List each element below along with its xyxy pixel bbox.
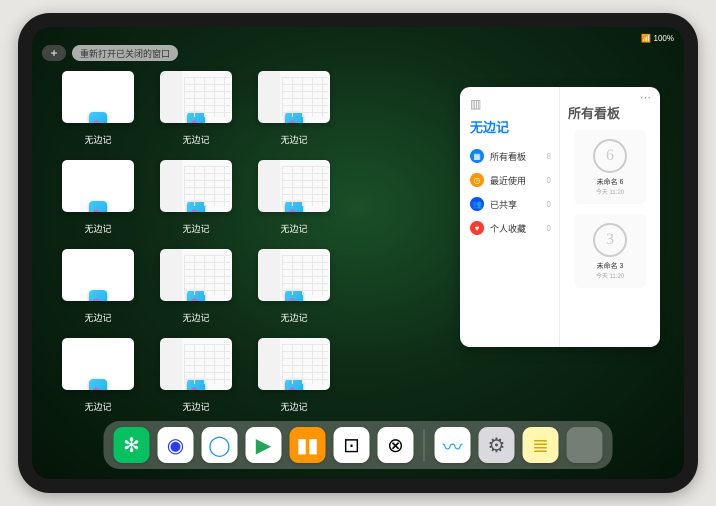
freeform-app-icon [89,201,107,212]
window-thumbnail[interactable]: 无边记 [160,249,232,324]
window-label: 无边记 [84,133,111,146]
clock-icon: ◷ [470,173,484,187]
window-thumbnail[interactable]: 无边记 [62,338,134,413]
window-label: 无边记 [182,311,209,324]
window-thumbnail[interactable]: 无边记 [62,71,134,146]
window-thumbnail[interactable]: 无边记 [62,160,134,235]
more-options-icon[interactable]: ⋯ [640,91,652,104]
window-label: 无边记 [84,222,111,235]
sidebar-item-count: 0 [547,200,551,209]
sidebar-item-people[interactable]: 👥 已共享 0 [470,192,551,216]
board-thumbnail[interactable]: 3 未命名 3 今天 11:20 [574,214,646,288]
ipad-frame: 📶 100% + 重新打开已关闭的窗口 无边记 无边记 无边记 [18,13,698,493]
freeform-app-icon [285,112,303,123]
dock-app-connect[interactable]: ⊗ [378,427,414,463]
screen: 📶 100% + 重新打开已关闭的窗口 无边记 无边记 无边记 [32,27,684,479]
window-thumbnail[interactable]: 无边记 [160,160,232,235]
grid-icon: ▦ [470,149,484,163]
window-label: 无边记 [182,133,209,146]
freeform-app-icon [285,201,303,212]
window-thumbnail[interactable]: 无边记 [160,338,232,413]
window-thumbnail[interactable]: 无边记 [160,71,232,146]
panel-app-title: 无边记 [470,117,551,136]
sidebar-item-label: 个人收藏 [490,222,526,235]
board-sketch: 6 [593,139,627,173]
freeform-app-icon [187,379,205,390]
status-bar: 📶 100% [42,31,674,45]
sidebar-item-label: 已共享 [490,198,517,211]
sidebar-item-count: 0 [547,176,551,185]
sidebar-item-grid[interactable]: ▦ 所有看板 8 [470,144,551,168]
dock-app-notes[interactable]: ≣ [523,427,559,463]
freeform-app-icon [285,379,303,390]
window-label: 无边记 [182,222,209,235]
window-thumbnail[interactable]: 无边记 [258,160,330,235]
window-label: 无边记 [280,222,307,235]
freeform-app-icon [89,290,107,301]
freeform-app-icon [187,201,205,212]
dock-app-qqbrowser[interactable]: ◯ [202,427,238,463]
top-bar: + 重新打开已关闭的窗口 [42,45,178,61]
sidebar-item-clock[interactable]: ◷ 最近使用 0 [470,168,551,192]
sidebar-toggle-icon[interactable]: ▥ [470,97,551,111]
window-label: 无边记 [280,400,307,413]
board-sketch: 3 [593,223,627,257]
window-label: 无边记 [182,400,209,413]
new-window-button[interactable]: + [42,45,66,61]
window-thumbnail[interactable]: 无边记 [258,249,330,324]
window-label: 无边记 [280,311,307,324]
board-time: 今天 11:20 [596,187,624,196]
sidebar-item-label: 最近使用 [490,174,526,187]
dock-app-library[interactable] [567,427,603,463]
board-time: 今天 11:20 [596,271,624,280]
dock: ✻ ◉ ◯ ▶ ▮▮ ⊡ ⊗ 〰 ⚙ ≣ [104,421,613,469]
board-name: 未命名 3 [597,261,624,271]
dock-app-books[interactable]: ▮▮ [290,427,326,463]
panel-section-title: 所有看板 [568,103,652,122]
freeform-app-icon [89,112,107,123]
sidebar-item-label: 所有看板 [490,150,526,163]
heart-icon: ♥ [470,221,484,235]
sidebar-item-heart[interactable]: ♥ 个人收藏 0 [470,216,551,240]
app-switcher-grid: 无边记 无边记 无边记 无边记 无边记 [62,71,428,413]
people-icon: 👥 [470,197,484,211]
panel-content: ⋯ 所有看板 6 未命名 6 今天 11:20 3 未命名 3 今天 11:20 [560,87,660,347]
window-label: 无边记 [84,311,111,324]
dock-app-quark[interactable]: ◉ [158,427,194,463]
dock-app-freeform[interactable]: 〰 [435,427,471,463]
window-label: 无边记 [84,400,111,413]
status-battery: 📶 100% [641,34,674,43]
dock-app-dice[interactable]: ⊡ [334,427,370,463]
dock-app-playstore[interactable]: ▶ [246,427,282,463]
freeform-app-icon [285,290,303,301]
dock-app-settings[interactable]: ⚙ [479,427,515,463]
freeform-app-icon [89,379,107,390]
window-thumbnail[interactable]: 无边记 [258,71,330,146]
reopen-closed-window-button[interactable]: 重新打开已关闭的窗口 [72,45,178,61]
dock-separator [424,429,425,461]
freeform-app-icon [187,112,205,123]
window-thumbnail[interactable]: 无边记 [258,338,330,413]
panel-sidebar: ▥ 无边记 ▦ 所有看板 8 ◷ 最近使用 0 👥 已共享 0 ♥ 个人收藏 0 [460,87,560,347]
window-thumbnail[interactable]: 无边记 [62,249,134,324]
window-label: 无边记 [280,133,307,146]
freeform-app-icon [187,290,205,301]
sidebar-item-count: 8 [547,152,551,161]
freeform-panel[interactable]: ▥ 无边记 ▦ 所有看板 8 ◷ 最近使用 0 👥 已共享 0 ♥ 个人收藏 0… [460,87,660,347]
dock-app-wechat[interactable]: ✻ [114,427,150,463]
sidebar-item-count: 0 [547,224,551,233]
board-thumbnail[interactable]: 6 未命名 6 今天 11:20 [574,130,646,204]
board-name: 未命名 6 [597,177,624,187]
